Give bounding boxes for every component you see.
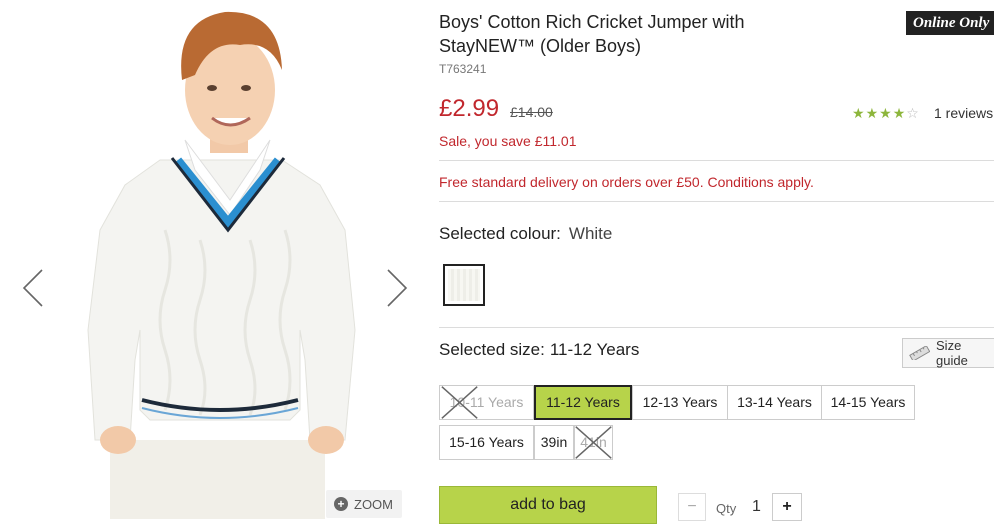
rating-stars[interactable]: ★ ★ ★ ★ ☆	[852, 106, 919, 120]
product-image-area[interactable]: + ZOOM	[0, 0, 430, 519]
qty-label: Qty	[716, 501, 737, 516]
colour-swatch-white[interactable]	[443, 264, 485, 306]
size-option[interactable]: 39in	[534, 425, 574, 460]
size-option-label: 39in	[540, 434, 568, 450]
star-filled-icon: ★	[865, 105, 879, 121]
size-guide-button[interactable]: Size guide	[902, 338, 994, 368]
product-photo	[87, 11, 356, 519]
qty-increase-button[interactable]: +	[772, 493, 802, 521]
product-code: T763241	[439, 62, 487, 76]
reviews-link[interactable]: 1 reviews	[934, 105, 993, 121]
zoom-button[interactable]: + ZOOM	[326, 490, 402, 518]
size-option[interactable]: 15-16 Years	[439, 425, 534, 460]
divider	[439, 201, 994, 202]
sale-price: £2.99	[439, 95, 500, 122]
selected-size-label: Selected size: 11-12 Years	[439, 340, 639, 360]
size-option[interactable]: 12-13 Years	[632, 385, 728, 420]
star-filled-icon: ★	[852, 105, 865, 121]
unavailable-cross-icon	[575, 426, 612, 459]
star-filled-icon: ★	[892, 105, 906, 121]
size-option-label: 14-15 Years	[830, 394, 906, 410]
add-to-bag-button[interactable]: add to bag	[439, 486, 657, 524]
size-option-label: 11-12 Years	[546, 394, 620, 410]
size-value: 11-12 Years	[549, 340, 640, 359]
delivery-link[interactable]: Free standard delivery on orders over £5…	[439, 174, 814, 190]
prev-image-arrow-icon[interactable]	[20, 268, 46, 308]
star-filled-icon: ★	[879, 105, 892, 121]
zoom-label: ZOOM	[354, 496, 393, 512]
product-title: Boys' Cotton Rich Cricket Jumper with St…	[439, 12, 745, 56]
size-option-label: 15-16 Years	[449, 434, 524, 450]
size-label-text: Selected size:	[439, 340, 545, 359]
qty-decrease-button[interactable]: −	[678, 493, 706, 521]
saving-text: Sale, you save £11.01	[439, 133, 577, 149]
divider	[439, 327, 994, 328]
ruler-icon	[909, 346, 931, 360]
unavailable-cross-icon	[440, 386, 533, 419]
colour-label-text: Selected colour:	[439, 224, 561, 243]
next-image-arrow-icon[interactable]	[384, 268, 410, 308]
qty-input[interactable]: 1	[752, 498, 761, 516]
size-option[interactable]: 11-12 Years	[534, 385, 632, 420]
size-option-label: 12-13 Years	[642, 394, 718, 410]
size-guide-label: Size guide	[936, 338, 968, 368]
colour-value: White	[568, 224, 613, 243]
online-only-badge: Online Only	[906, 11, 994, 35]
selected-colour-label: Selected colour: White	[439, 224, 612, 244]
zoom-plus-icon: +	[334, 497, 348, 511]
was-price: £14.00	[510, 104, 553, 120]
size-option: 10-11 Years	[439, 385, 534, 420]
divider	[439, 160, 994, 161]
star-empty-icon: ☆	[906, 105, 919, 121]
size-option[interactable]: 13-14 Years	[727, 385, 822, 420]
size-option: 41in	[574, 425, 613, 460]
size-option[interactable]: 14-15 Years	[821, 385, 915, 420]
size-option-label: 13-14 Years	[737, 394, 812, 410]
